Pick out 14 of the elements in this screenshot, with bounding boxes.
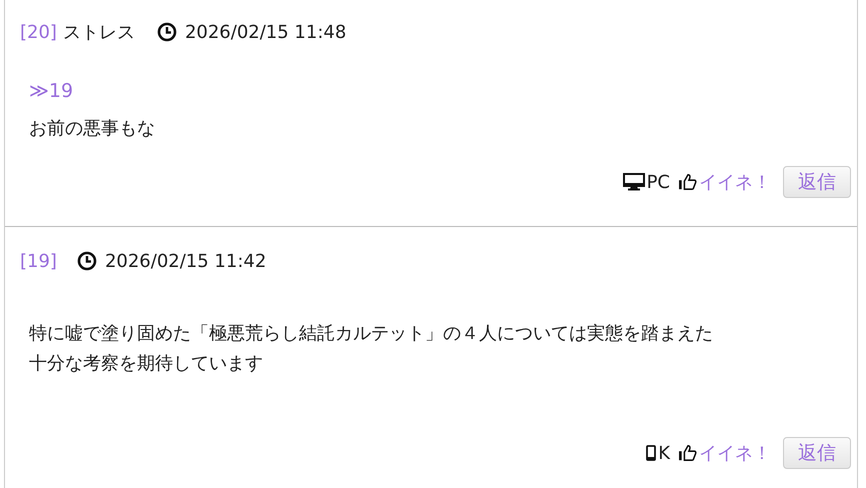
like-button[interactable]: イイネ！	[678, 441, 771, 465]
post-body: 特に嘘で塗り固めた「極悪荒らし結託カルテット」の４人については実態を踏まえた 十分な考察を期待しています	[29, 322, 714, 376]
poster-name: ストレス	[62, 21, 135, 44]
post-time: 2026/02/15 11:48	[184, 22, 346, 42]
device-label: PC	[646, 172, 670, 192]
device-label: K	[658, 442, 670, 464]
like-button[interactable]: イイネ！	[678, 170, 771, 194]
reply-button[interactable]: 返信	[783, 437, 851, 469]
post-number[interactable]: [20]	[20, 22, 57, 42]
reply-anchor-link[interactable]: ≫19	[29, 80, 74, 102]
post-number[interactable]: [19]	[20, 250, 57, 272]
reply-button[interactable]: 返信	[783, 166, 851, 198]
post-body: お前の悪事もな	[29, 117, 156, 141]
post-time: 2026/02/15 11:42	[104, 250, 266, 272]
